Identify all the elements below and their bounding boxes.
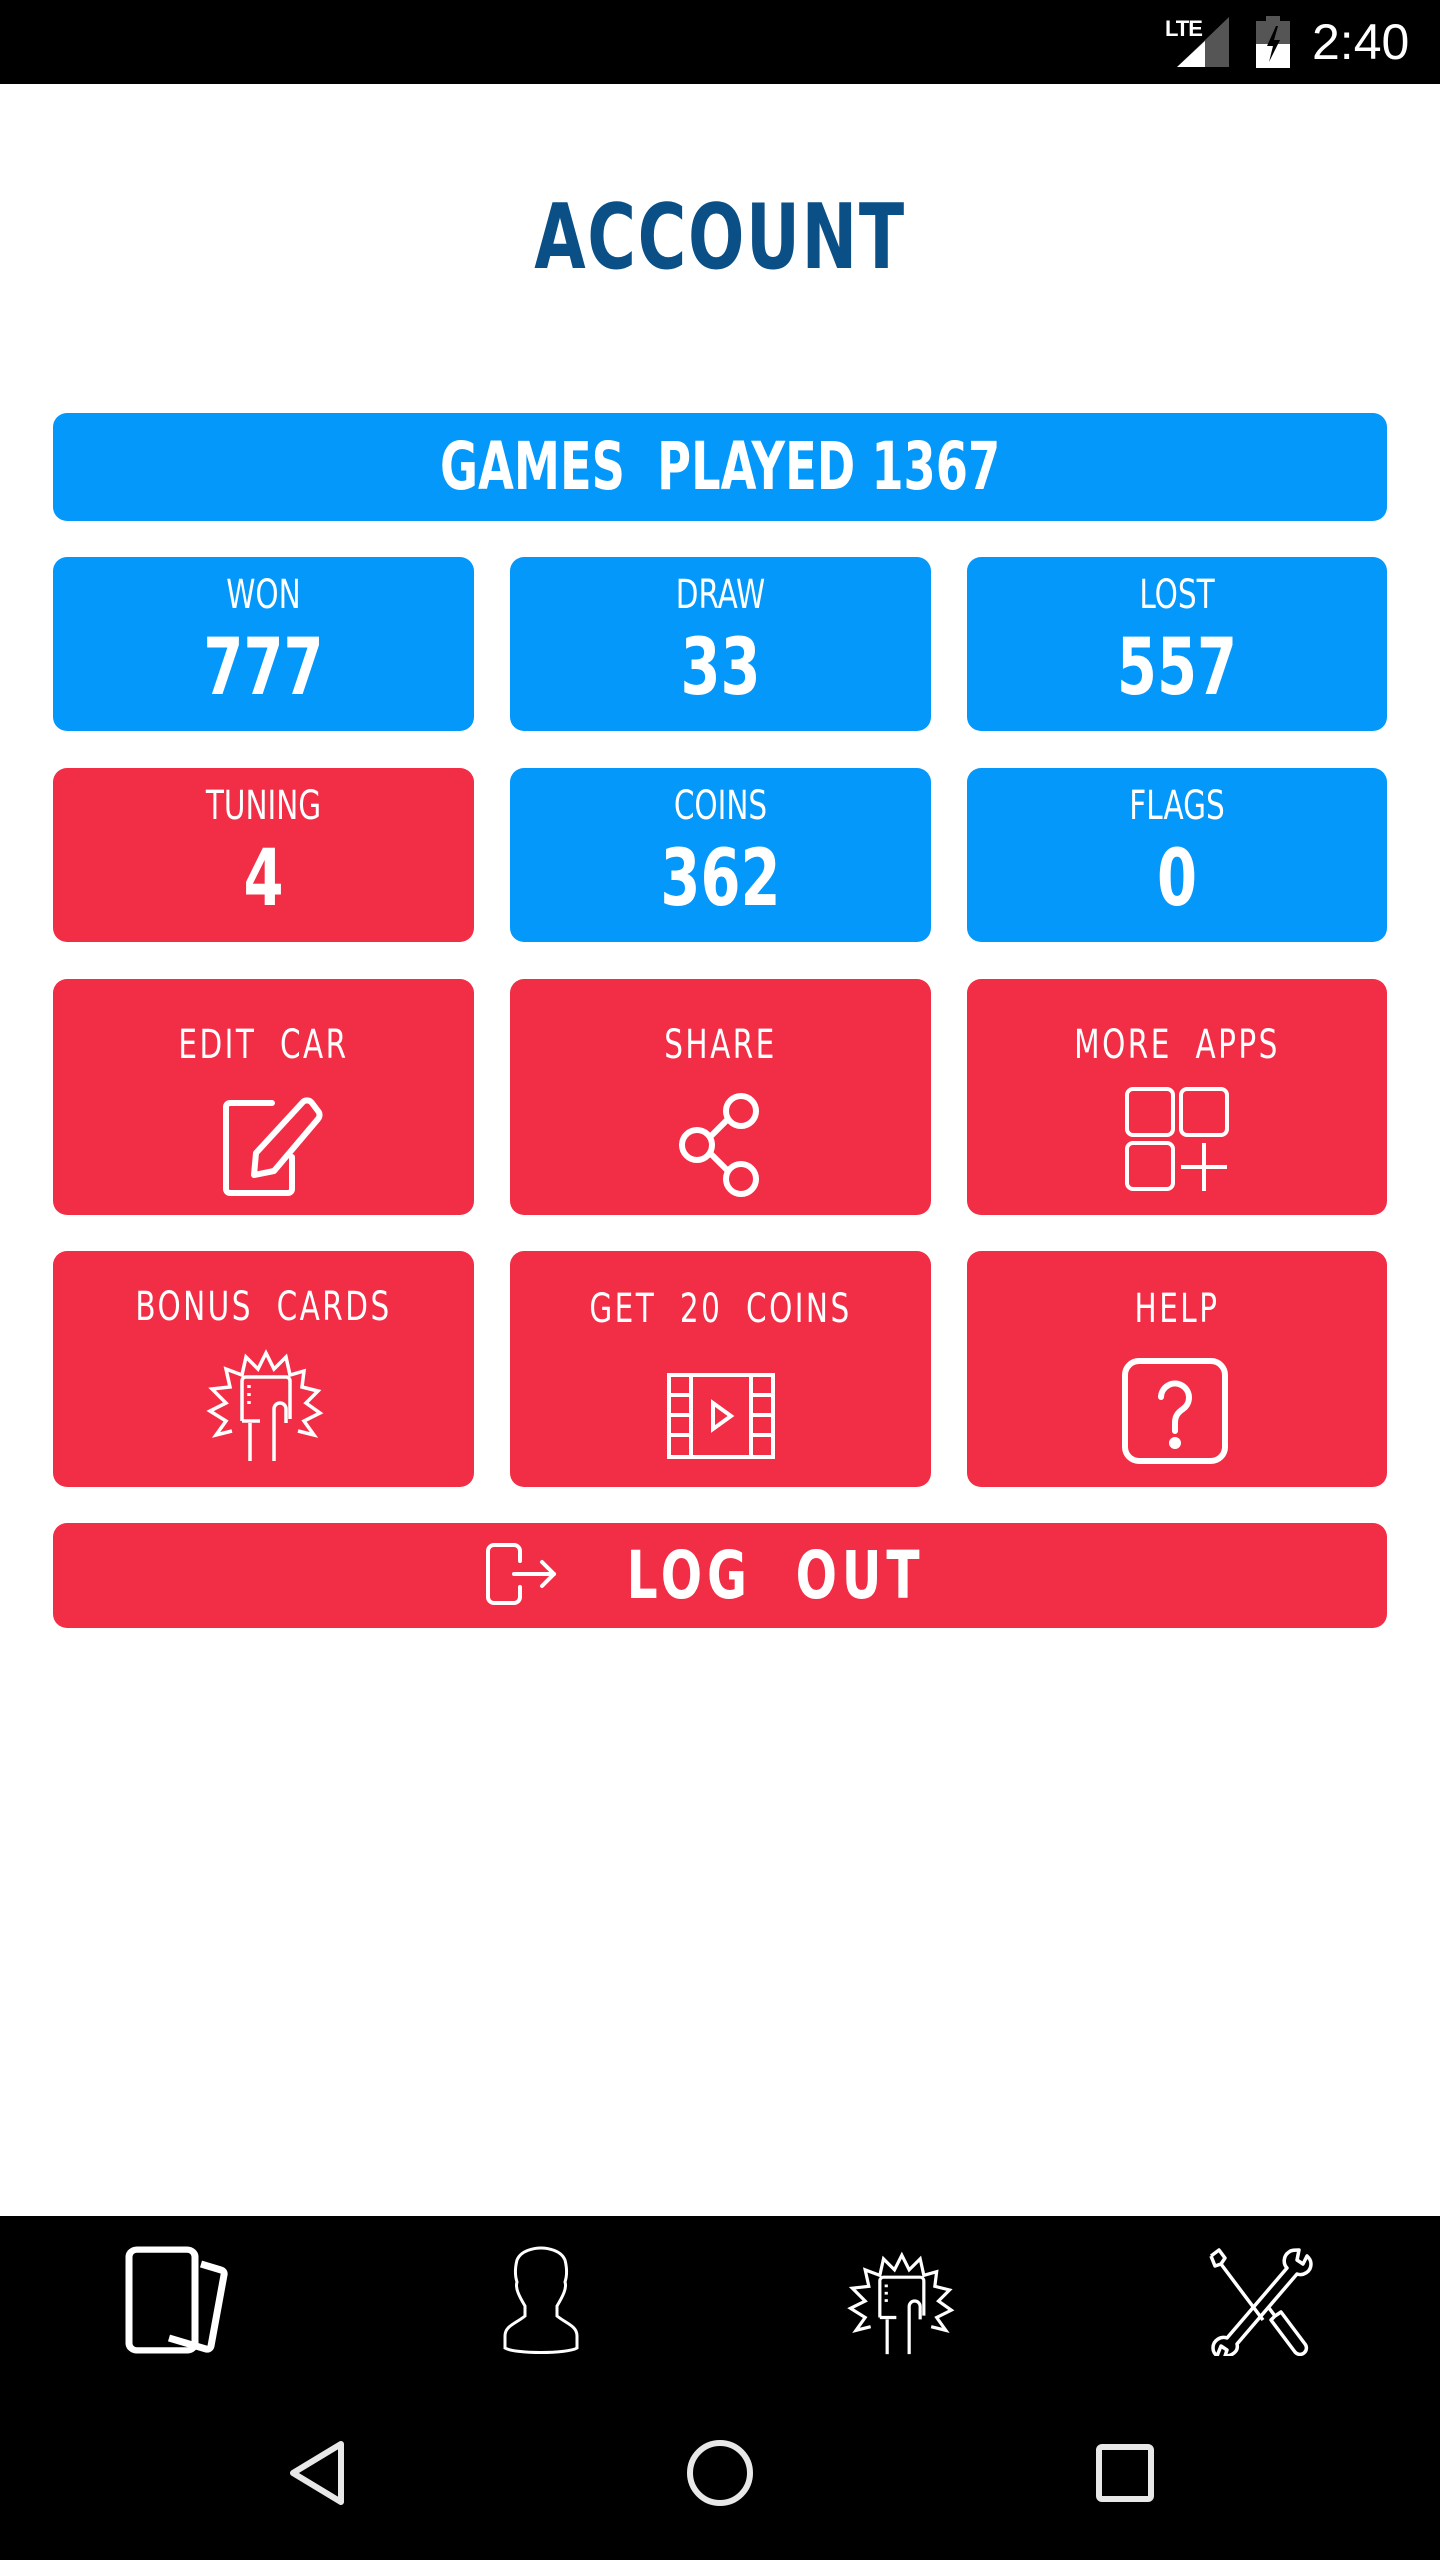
system-nav-bar [0, 2386, 1440, 2560]
games-played-label: GAMES PLAYED [439, 428, 856, 505]
back-button[interactable] [197, 2386, 437, 2560]
tab-bonus[interactable] [720, 2216, 1080, 2386]
help-button[interactable]: HELP [967, 1251, 1387, 1487]
stat-label: DRAW [675, 572, 766, 618]
tools-icon [1209, 2248, 1313, 2356]
status-bar: LTE 2:40 [0, 0, 1440, 84]
edit-car-label: EDIT CAR [178, 1022, 349, 1068]
help-label: HELP [1134, 1286, 1220, 1332]
more-apps-label: MORE APPS [1074, 1022, 1280, 1068]
stat-draw: DRAW 33 [510, 557, 931, 731]
get-coins-button[interactable]: GET 20 COINS [510, 1251, 931, 1487]
stat-label: COINS [673, 783, 768, 829]
stat-value: 557 [1116, 623, 1238, 713]
battery-charging-icon [1256, 16, 1290, 68]
stat-value: 777 [203, 623, 324, 713]
clock: 2:40 [1312, 14, 1410, 70]
tab-settings[interactable] [1080, 2216, 1440, 2386]
logout-button[interactable]: LOG OUT [53, 1523, 1387, 1628]
stat-lost: LOST 557 [967, 557, 1387, 731]
home-icon [687, 2440, 753, 2506]
cards-icon [125, 2246, 228, 2354]
stat-tuning[interactable]: TUNING 4 [53, 768, 474, 942]
games-played-text: GAMES PLAYED 1367 [440, 434, 1000, 500]
more-apps-button[interactable]: MORE APPS [967, 979, 1387, 1215]
recents-button[interactable] [1005, 2386, 1245, 2560]
get-coins-label: GET 20 COINS [589, 1286, 852, 1332]
video-icon [666, 1373, 775, 1459]
bonus-cards-button[interactable]: BONUS CARDS [53, 1251, 474, 1487]
help-icon [1122, 1358, 1228, 1464]
share-label: SHARE [664, 1022, 777, 1068]
stat-label: LOST [1139, 572, 1215, 618]
stat-value: 33 [680, 623, 761, 713]
stat-value: 362 [660, 834, 781, 924]
logout-icon [486, 1542, 557, 1605]
stat-label: FLAGS [1129, 783, 1225, 829]
stat-label: TUNING [205, 783, 322, 829]
share-button[interactable]: SHARE [510, 979, 931, 1215]
bottom-tab-bar [0, 2216, 1440, 2386]
tab-cards[interactable] [0, 2216, 360, 2386]
stat-value: 4 [243, 834, 284, 924]
signal-icon [1177, 17, 1229, 67]
share-icon [678, 1093, 759, 1197]
home-button[interactable] [600, 2386, 840, 2560]
stat-coins: COINS 362 [510, 768, 931, 942]
stat-value: 0 [1156, 834, 1198, 924]
bonus-card-icon [205, 1349, 323, 1461]
person-icon [503, 2246, 579, 2354]
page-title: ACCOUNT [534, 185, 906, 290]
bonus-cards-label: BONUS CARDS [135, 1284, 392, 1330]
more-apps-icon [1125, 1087, 1229, 1191]
stat-won: WON 777 [53, 557, 474, 731]
games-played-value: 1367 [871, 428, 1001, 505]
logout-label: LOG OUT [627, 1536, 925, 1614]
recents-icon [1096, 2444, 1154, 2502]
bonus-card-icon [847, 2251, 955, 2355]
edit-icon [222, 1097, 322, 1196]
back-icon [290, 2441, 344, 2505]
games-played-banner: GAMES PLAYED 1367 [53, 413, 1387, 521]
tab-account[interactable] [360, 2216, 720, 2386]
stat-flags: FLAGS 0 [967, 768, 1387, 942]
edit-car-button[interactable]: EDIT CAR [53, 979, 474, 1215]
stat-label: WON [226, 572, 301, 618]
